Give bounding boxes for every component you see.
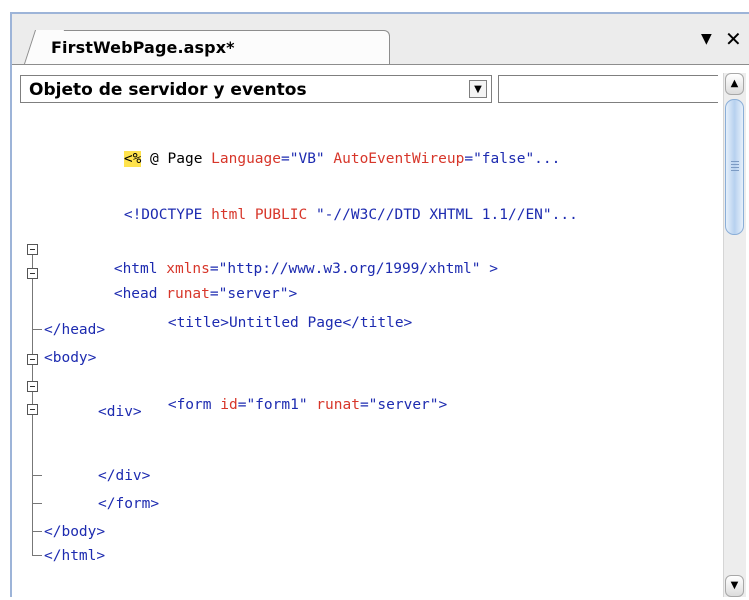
event-dropdown[interactable] [498,75,718,103]
code-line: <head runat="server"> [113,286,298,302]
object-dropdown[interactable]: Objeto de servidor y eventos ▼ [20,75,492,103]
outline-line [32,495,33,555]
outline-line [32,255,33,268]
scroll-down-icon[interactable]: ▼ [725,575,744,597]
editor-window: FirstWebPage.aspx* ▼ ✕ Objeto de servido… [10,12,749,600]
code-line: </html> [44,548,106,564]
code-line: </head> [44,322,106,338]
grip-line [731,164,739,165]
code-line: <% @ Page Language="VB" AutoEventWireup=… [123,151,561,167]
collapse-form-icon[interactable] [27,381,38,392]
code-line: <title>Untitled Page</title> [167,315,413,331]
code-line: <div> [98,404,142,420]
code-pane: Objeto de servidor y eventos ▼ ▲ ▼ <% @ … [12,64,749,600]
code-line: </form> [98,496,160,512]
chevron-down-icon[interactable]: ▼ [469,80,487,98]
code-line: <!DOCTYPE html PUBLIC "-//W3C//DTD XHTML… [123,207,578,223]
tab-bar: FirstWebPage.aspx* ▼ ✕ [12,14,749,66]
code-line: </body> [44,524,106,540]
vertical-scrollbar[interactable]: ▲ ▼ [723,73,746,597]
grip-line [731,161,739,162]
grip-line [731,170,739,171]
scroll-up-icon[interactable]: ▲ [725,73,744,95]
window-menu-icon[interactable]: ▼ [701,31,712,47]
collapse-html-icon[interactable] [27,244,38,255]
outline-end-body [32,531,42,532]
code-line: <html xmlns="http://www.w3.org/1999/xhtm… [113,261,498,277]
object-dropdown-value: Objeto de servidor y eventos [29,80,307,100]
scrollbar-thumb[interactable] [725,99,744,235]
asp-delimiter: <% [123,151,142,167]
collapse-body-icon[interactable] [27,354,38,365]
code-editor[interactable]: <% @ Page Language="VB" AutoEventWireup=… [12,109,717,599]
tab-firstwebpage[interactable]: FirstWebPage.aspx* [36,30,390,66]
outline-end-div [32,475,42,476]
code-line: </div> [98,468,151,484]
outline-end-head [32,329,42,330]
collapse-head-icon[interactable] [27,268,38,279]
outline-end-form [32,503,42,504]
code-line: <form id="form1" runat="server"> [167,397,448,413]
grip-line [731,167,739,168]
collapse-div-icon[interactable] [27,404,38,415]
tab-label: FirstWebPage.aspx* [51,38,235,57]
code-line: <body> [44,350,97,366]
close-icon[interactable]: ✕ [725,27,742,51]
outline-end-html [32,555,42,556]
